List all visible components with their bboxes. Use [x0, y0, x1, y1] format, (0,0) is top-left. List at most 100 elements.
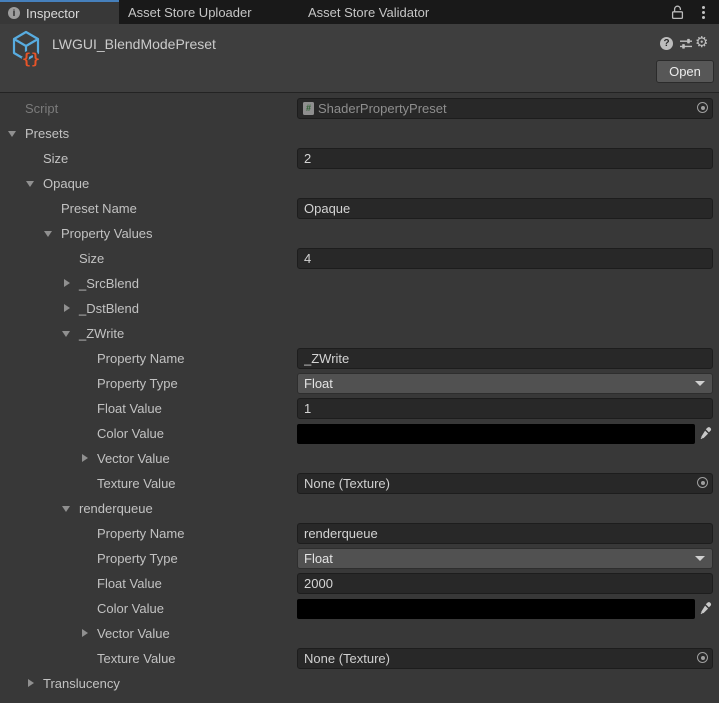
size-label: Size: [43, 146, 68, 171]
property-type-dropdown[interactable]: Float: [297, 373, 713, 394]
row-srcblend: _SrcBlend: [0, 271, 719, 296]
texture-value-label: Texture Value: [97, 471, 176, 496]
open-button[interactable]: Open: [656, 60, 714, 83]
script-label: Script: [25, 96, 58, 121]
foldout-collapsed-icon[interactable]: [28, 679, 34, 687]
size-label: Size: [79, 246, 104, 271]
property-type-dropdown[interactable]: Float: [297, 548, 713, 569]
row-float-value: Float Value: [0, 396, 719, 421]
opaque-foldout-label[interactable]: Opaque: [43, 171, 89, 196]
help-icon[interactable]: [660, 37, 673, 50]
foldout-expanded-icon[interactable]: [26, 181, 34, 187]
row-property-values-size: Size: [0, 246, 719, 271]
vector-value-foldout-label[interactable]: Vector Value: [97, 621, 170, 646]
texture-object-value: None (Texture): [304, 474, 390, 493]
row-color-value: Color Value: [0, 421, 719, 446]
property-type-value: Float: [304, 549, 333, 568]
zwrite-foldout-label[interactable]: _ZWrite: [79, 321, 124, 346]
row-texture-value: Texture Value None (Texture): [0, 471, 719, 496]
info-icon: [8, 7, 20, 19]
row-property-type: Property Type Float: [0, 546, 719, 571]
vector-value-foldout-label[interactable]: Vector Value: [97, 446, 170, 471]
tab-inspector[interactable]: Inspector: [0, 0, 119, 24]
lock-icon[interactable]: [671, 5, 685, 20]
row-vector-value: Vector Value: [0, 621, 719, 646]
chevron-down-icon: [695, 381, 705, 386]
row-translucency: Translucency: [0, 671, 719, 696]
tab-asset-store-validator[interactable]: Asset Store Validator: [308, 0, 429, 24]
size-input[interactable]: [297, 148, 713, 169]
kebab-menu-icon[interactable]: [696, 5, 710, 20]
row-texture-value: Texture Value None (Texture): [0, 646, 719, 671]
row-property-name: Property Name: [0, 521, 719, 546]
srcblend-foldout-label[interactable]: _SrcBlend: [79, 271, 139, 296]
color-value-label: Color Value: [97, 596, 164, 621]
tab-asset-store-uploader-label: Asset Store Uploader: [128, 5, 252, 20]
tab-bar: Inspector Asset Store Uploader Asset Sto…: [0, 0, 719, 24]
color-swatch[interactable]: [297, 599, 695, 619]
property-name-label: Property Name: [97, 521, 184, 546]
row-dstblend: _DstBlend: [0, 296, 719, 321]
foldout-collapsed-icon[interactable]: [64, 279, 70, 287]
property-name-input[interactable]: [297, 348, 713, 369]
texture-object-field[interactable]: None (Texture): [297, 648, 713, 669]
property-type-value: Float: [304, 374, 333, 393]
size-input[interactable]: [297, 248, 713, 269]
float-value-input[interactable]: [297, 573, 713, 594]
eyedropper-icon[interactable]: [699, 426, 712, 440]
script-object-field: ShaderPropertyPreset: [297, 98, 713, 119]
scriptable-object-icon: {}: [9, 29, 45, 72]
row-color-value: Color Value: [0, 596, 719, 621]
unity-inspector-window: { "tab_bar": { "tabs": [ {"label": "Insp…: [0, 0, 719, 703]
float-value-label: Float Value: [97, 571, 162, 596]
dstblend-foldout-label[interactable]: _DstBlend: [79, 296, 139, 321]
texture-value-label: Texture Value: [97, 646, 176, 671]
presets-foldout-label[interactable]: Presets: [25, 121, 69, 146]
foldout-expanded-icon[interactable]: [44, 231, 52, 237]
row-script: Script ShaderPropertyPreset: [0, 96, 719, 121]
preset-name-input[interactable]: [297, 198, 713, 219]
object-picker-icon[interactable]: [697, 652, 708, 663]
tab-asset-store-validator-label: Asset Store Validator: [308, 5, 429, 20]
svg-text:{}: {}: [22, 50, 40, 67]
foldout-expanded-icon[interactable]: [8, 131, 16, 137]
object-picker-icon: [697, 102, 708, 113]
foldout-expanded-icon[interactable]: [62, 506, 70, 512]
script-object-value: ShaderPropertyPreset: [318, 99, 447, 118]
tab-inspector-label: Inspector: [26, 6, 79, 21]
gear-icon[interactable]: [695, 34, 708, 52]
color-swatch[interactable]: [297, 424, 695, 444]
foldout-expanded-icon[interactable]: [62, 331, 70, 337]
foldout-collapsed-icon[interactable]: [82, 454, 88, 462]
float-value-input[interactable]: [297, 398, 713, 419]
chevron-down-icon: [695, 556, 705, 561]
float-value-label: Float Value: [97, 396, 162, 421]
row-property-name: Property Name: [0, 346, 719, 371]
row-opaque: Opaque: [0, 171, 719, 196]
row-preset-name: Preset Name: [0, 196, 719, 221]
row-vector-value: Vector Value: [0, 446, 719, 471]
row-presets-size: Size: [0, 146, 719, 171]
row-property-type: Property Type Float: [0, 371, 719, 396]
preset-name-label: Preset Name: [61, 196, 137, 221]
tab-asset-store-uploader[interactable]: Asset Store Uploader: [128, 0, 252, 24]
texture-object-field[interactable]: None (Texture): [297, 473, 713, 494]
property-values-foldout-label[interactable]: Property Values: [61, 221, 153, 246]
row-float-value: Float Value: [0, 571, 719, 596]
row-presets: Presets: [0, 121, 719, 146]
row-property-values: Property Values: [0, 221, 719, 246]
foldout-collapsed-icon[interactable]: [82, 629, 88, 637]
eyedropper-icon[interactable]: [699, 601, 712, 615]
foldout-collapsed-icon[interactable]: [64, 304, 70, 312]
texture-object-value: None (Texture): [304, 649, 390, 668]
renderqueue-foldout-label[interactable]: renderqueue: [79, 496, 153, 521]
translucency-foldout-label[interactable]: Translucency: [43, 671, 120, 696]
inspector-header: {} LWGUI_BlendModePreset Open: [0, 24, 719, 93]
color-value-label: Color Value: [97, 421, 164, 446]
page-title: LWGUI_BlendModePreset: [52, 36, 216, 52]
object-picker-icon[interactable]: [697, 477, 708, 488]
property-type-label: Property Type: [97, 546, 178, 571]
property-name-input[interactable]: [297, 523, 713, 544]
property-type-label: Property Type: [97, 371, 178, 396]
presets-icon[interactable]: [679, 37, 693, 56]
